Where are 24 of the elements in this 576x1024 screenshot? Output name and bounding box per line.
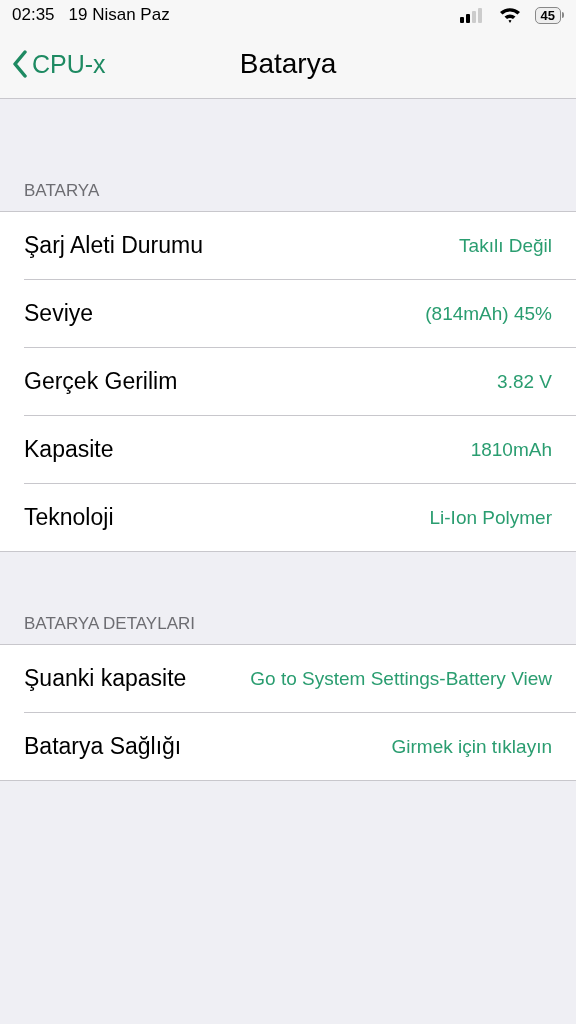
row-value[interactable]: Takılı Değil [459,234,552,257]
row-label: Teknoloji [24,504,114,531]
row-value[interactable]: 1810mAh [470,438,552,461]
chevron-left-icon [12,50,28,78]
row-label: Batarya Sağlığı [24,733,182,760]
signal-icon [458,7,485,23]
row-label: Kapasite [24,436,114,463]
row-value[interactable]: Go to System Settings-Battery View [250,667,552,690]
row-label: Şarj Aleti Durumu [24,232,203,259]
row-label: Gerçek Gerilim [24,368,178,395]
row-value[interactable]: Li-Ion Polymer [429,506,552,529]
row-value[interactable]: 3.82 V [497,370,552,393]
back-button[interactable]: CPU-x [12,49,106,79]
row-label: Şuanki kapasite [24,665,187,692]
wifi-icon [498,7,521,23]
row-value[interactable]: (814mAh) 45% [425,302,552,325]
page-title: Batarya [239,48,337,79]
status-date: 19 Nisan Paz [68,5,170,25]
section-header: BATARYA [24,181,100,200]
section-header: BATARYA DETAYLARI [24,614,195,633]
status-time: 02:35 [12,5,55,25]
row-label: Seviye [24,300,94,327]
battery-indicator: 45 [534,6,564,24]
row-value[interactable]: Girmek için tıklayın [391,735,552,758]
